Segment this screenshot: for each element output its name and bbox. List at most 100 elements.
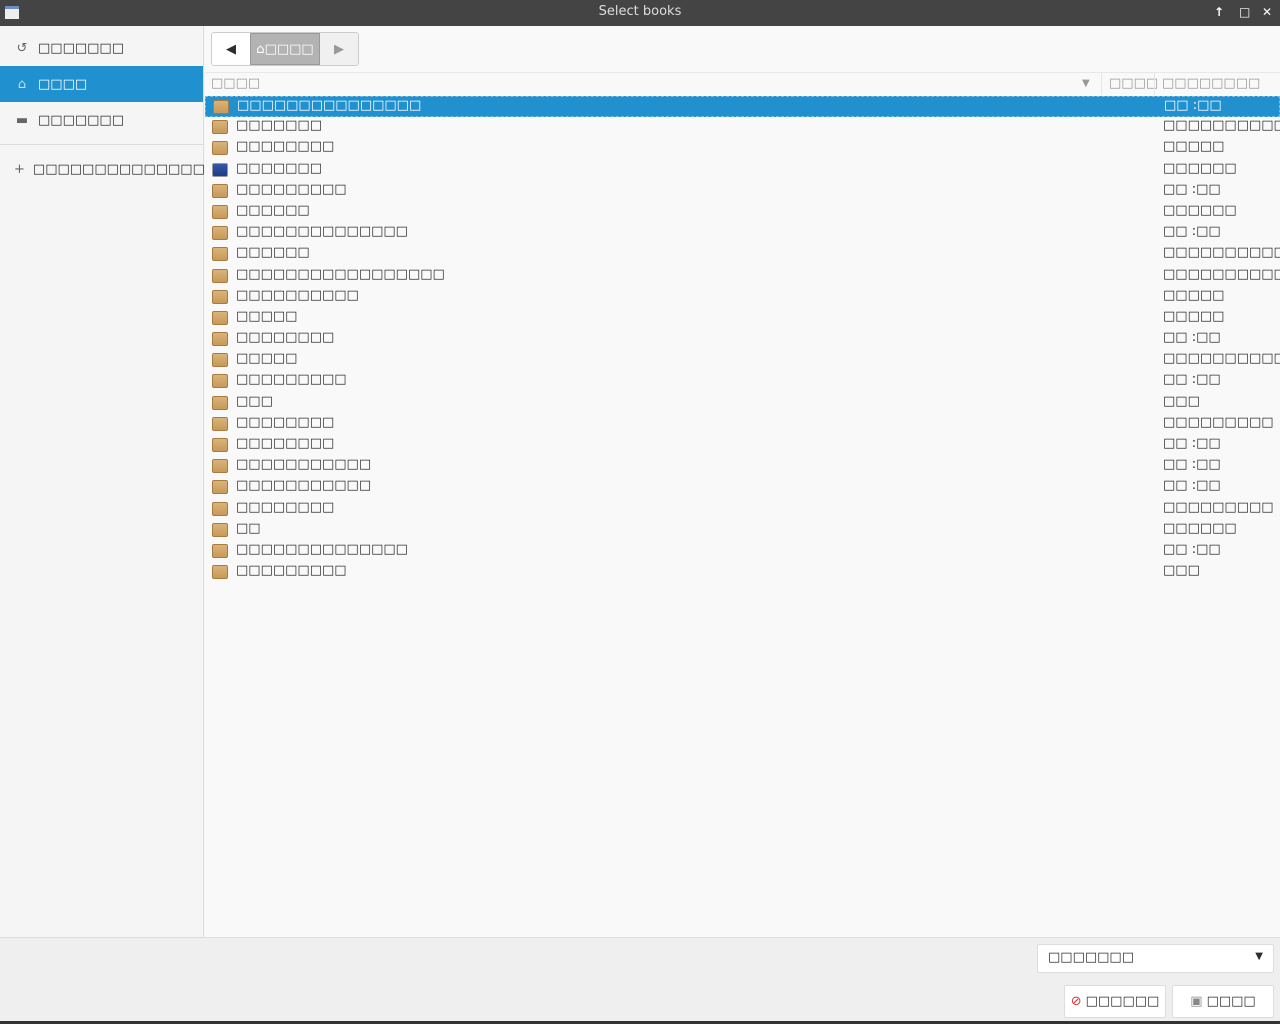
file-row[interactable]: □□□□□□□□□□□□□□□□□□: [205, 117, 1280, 138]
folder-icon: [212, 226, 228, 241]
maximize-up-icon[interactable]: ↑: [1214, 0, 1224, 24]
open-label: □□□□: [1206, 994, 1256, 1009]
file-modified: □□□: [1163, 393, 1200, 409]
file-modified: □□□□□□□□□□□: [1163, 351, 1280, 367]
file-row[interactable]: □□□□□□□□□□ □□□□□: [205, 287, 1280, 308]
sidebar-item-label: □□□□□□□: [38, 112, 124, 128]
file-row[interactable]: □□□□□□□□□□□□□□ □□ :□□: [205, 223, 1280, 244]
divider: [0, 144, 203, 145]
file-row[interactable]: □□ □□□□□□: [205, 520, 1280, 541]
file-name: □□□□□□□□: [236, 414, 335, 430]
file-name: □□□□□□□□□: [236, 181, 347, 197]
folder-icon: ▬: [15, 112, 29, 128]
file-row[interactable]: □□□□□□□□□□□ □□ :□□: [205, 456, 1280, 477]
file-modified: □□□□□□□□□□□: [1163, 245, 1280, 261]
title-bar: Select books ↑ □ ✕: [0, 0, 1280, 26]
file-name: □□□: [236, 393, 273, 409]
file-modified: □□□□□□□□□: [1163, 414, 1274, 430]
file-name: □□□□□□□□: [236, 436, 335, 451]
file-modified: □□□□□□□□□□□: [1163, 118, 1280, 134]
sidebar-item-folder[interactable]: ▬ □□□□□□□: [0, 102, 203, 138]
sidebar-item-other-locations[interactable]: + □□□□□□□□□□□□□□□: [0, 151, 217, 187]
open-button[interactable]: ▣ □□□□: [1172, 985, 1274, 1018]
file-modified: □□□□□: [1163, 139, 1225, 155]
forward-button[interactable]: ▶: [320, 33, 358, 65]
file-row[interactable]: □□□□□□□□ □□ :□□: [205, 435, 1280, 456]
cancel-button[interactable]: ⊘ □□□□□□: [1064, 985, 1166, 1018]
path-home-button[interactable]: ⌂ □□□□: [250, 33, 320, 65]
file-modified: □□□□□□: [1163, 160, 1237, 176]
folder-icon: [212, 480, 228, 495]
folder-icon: [212, 565, 228, 580]
file-modified: □□□□□: [1163, 287, 1225, 303]
file-row[interactable]: □□□□□□□□□□□□□: [205, 138, 1280, 159]
file-row[interactable]: □□□□□□□□□□□□□□□□□□□□□□□□□□□□: [205, 266, 1280, 287]
file-name: □□□□□□□□□□□: [236, 478, 372, 494]
file-name: □□□□□: [236, 308, 298, 324]
folder-icon: [212, 247, 228, 262]
file-row[interactable]: □□□□□□□□□□□□□□□□□: [205, 414, 1280, 435]
folder-icon: [212, 353, 228, 368]
file-modified: □□□: [1163, 563, 1200, 579]
file-modified: □□ :□□: [1164, 98, 1222, 113]
back-button[interactable]: ◀: [212, 33, 250, 65]
file-row[interactable]: □□□□□□□□□□□□□□□□: [205, 350, 1280, 371]
path-bar: ◀ ⌂ □□□□ ▶: [211, 32, 359, 66]
home-icon: ⌂: [256, 41, 265, 57]
file-name: □□□□□□□□□□□□□□□: [237, 98, 422, 113]
image-file-icon: [212, 162, 228, 177]
restore-icon[interactable]: □: [1239, 0, 1250, 24]
file-filter-select[interactable]: □□□□□□□ ▼: [1037, 944, 1274, 973]
folder-icon: [212, 374, 228, 389]
file-row[interactable]: □□□□□□□□□ □□ :□□: [205, 371, 1280, 392]
file-row[interactable]: □□□□□□□□□□□□□□□ □□ :□□: [205, 96, 1280, 118]
close-icon[interactable]: ✕: [1262, 0, 1272, 24]
file-name: □□□□□: [236, 351, 298, 367]
action-area: □□□□□□□ ▼ ⊘ □□□□□□ ▣ □□□□: [0, 937, 1280, 1024]
folder-icon: [212, 141, 228, 156]
cancel-label: □□□□□□: [1085, 994, 1160, 1009]
file-modified: □□ :□□: [1163, 181, 1221, 197]
file-name: □□□□□□: [236, 245, 310, 261]
file-name: □□□□□□□□: [236, 139, 335, 155]
file-modified: □□ :□□: [1163, 372, 1221, 388]
folder-icon: [212, 459, 228, 474]
file-name: □□□□□□□□□□□□□□: [236, 224, 408, 240]
file-row[interactable]: □□□□□□□□□□□ □□ :□□: [205, 477, 1280, 498]
file-row[interactable]: □□□□□□□□□□□□□: [205, 160, 1280, 181]
folder-icon: [212, 395, 228, 410]
folder-icon: [212, 332, 228, 347]
file-row[interactable]: □□□□□□□□ □□ :□□: [205, 329, 1280, 350]
file-name: □□□□□□: [236, 202, 310, 218]
file-list-pane: ◀ ⌂ □□□□ ▶ □□□□ ▼ □□□□ □□□□□□□□ □□□□□□□□□…: [205, 26, 1280, 937]
sidebar-item-recent[interactable]: ↺ □□□□□□□: [0, 30, 203, 66]
file-row[interactable]: □□□□□□□□□□□□□□□□□: [205, 499, 1280, 520]
sidebar-item-label: □□□□□□□: [38, 40, 124, 56]
places-sidebar: ↺ □□□□□□□ ⌂ □□□□ ▬ □□□□□□□ + □□□□□□□□□□□□□□□: [0, 26, 217, 937]
file-row[interactable]: □□□□□□□□□□□□: [205, 202, 1280, 223]
open-icon: ▣: [1190, 994, 1203, 1009]
folder-icon: [212, 289, 228, 304]
file-row[interactable]: □□□□□□□□□□□□: [205, 562, 1280, 583]
file-row[interactable]: □□□ □□□: [205, 393, 1280, 414]
file-row[interactable]: □□□□□□□□□□□□□□□□□: [205, 244, 1280, 265]
folder-icon: [212, 268, 228, 283]
file-row[interactable]: □□□□□□□□□ □□ :□□: [205, 181, 1280, 202]
file-modified: □□□□□□□□□□□: [1163, 266, 1280, 282]
column-size[interactable]: □□□□: [1109, 76, 1158, 91]
file-row[interactable]: □□□□□□□□□□□□□□ □□ :□□: [205, 541, 1280, 562]
window-title: Select books: [598, 4, 682, 19]
file-name: □□□□□□□: [236, 118, 322, 134]
folder-icon: [212, 501, 228, 516]
file-row[interactable]: □□□□□ □□□□□: [205, 308, 1280, 329]
file-modified: □□□□□: [1163, 308, 1225, 324]
folder-icon: [212, 183, 228, 198]
column-modified[interactable]: □□□□□□□□: [1162, 76, 1260, 91]
sidebar-item-label: □□□□□□□□□□□□□□□: [32, 161, 218, 177]
file-modified: □□□□□□□□□: [1163, 499, 1274, 515]
sidebar-item-home[interactable]: ⌂ □□□□: [0, 66, 203, 102]
folder-icon: [212, 438, 228, 452]
file-name: □□□□□□□□□□□□□□□□□: [236, 266, 445, 282]
column-name[interactable]: □□□□: [211, 76, 260, 91]
cancel-icon: ⊘: [1070, 994, 1082, 1009]
